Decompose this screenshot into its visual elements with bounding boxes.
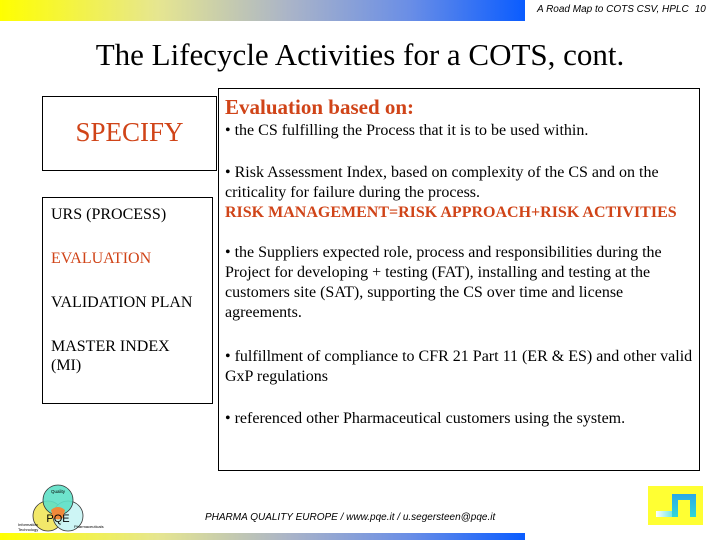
- bullet-references: • referenced other Pharmaceutical custom…: [225, 410, 626, 427]
- list-item-validation-plan: VALIDATION PLAN: [51, 294, 193, 311]
- page-number: 10: [694, 4, 706, 15]
- lifecycle-activities-list: URS (PROCESS) EVALUATION VALIDATION PLAN…: [42, 197, 213, 404]
- header-gradient-bar: [0, 0, 525, 21]
- logo-quality-label: Quality: [51, 489, 66, 494]
- specify-box: SPECIFY: [42, 96, 217, 171]
- logo-pharma-label: Pharmaceuticals: [74, 524, 104, 529]
- bullet-process-fit: • the CS fulfilling the Process that it …: [225, 122, 589, 139]
- evaluation-criteria-box: Evaluation based on: • the CS fulfilling…: [218, 88, 700, 471]
- footer-gradient-bar: [0, 533, 525, 540]
- bullet-supplier-role: • the Suppliers expected role, process a…: [225, 244, 662, 321]
- specify-label: SPECIFY: [75, 117, 184, 147]
- logo-pqe-label: PQE: [46, 513, 69, 525]
- bullet-risk-assessment: • Risk Assessment Index, based on comple…: [225, 164, 659, 201]
- list-item-master-index: MASTER INDEX: [51, 338, 170, 355]
- corner-brand-logo: [648, 486, 703, 525]
- logo-it-label: Information Technology: [18, 522, 38, 532]
- header-caption: A Road Map to COTS CSV, HPLC 10: [537, 4, 717, 15]
- list-item-evaluation: EVALUATION: [51, 250, 152, 267]
- evaluation-heading: Evaluation based on:: [225, 95, 415, 119]
- slide-title: The Lifecycle Activities for a COTS, con…: [95, 37, 625, 72]
- risk-management-formula: RISK MANAGEMENT=RISK APPROACH+RISK ACTIV…: [225, 204, 677, 221]
- list-item-urs: URS (PROCESS): [51, 206, 167, 223]
- list-item-mi: (MI): [51, 357, 82, 374]
- pqe-logo: Quality PQE Information Technology Pharma…: [18, 484, 104, 532]
- bullet-compliance: • fulfillment of compliance to CFR 21 Pa…: [225, 348, 693, 385]
- presentation-title: A Road Map to COTS CSV, HPLC: [537, 4, 689, 15]
- footer-contact: PHARMA QUALITY EUROPE / www.pqe.it / u.s…: [205, 512, 496, 523]
